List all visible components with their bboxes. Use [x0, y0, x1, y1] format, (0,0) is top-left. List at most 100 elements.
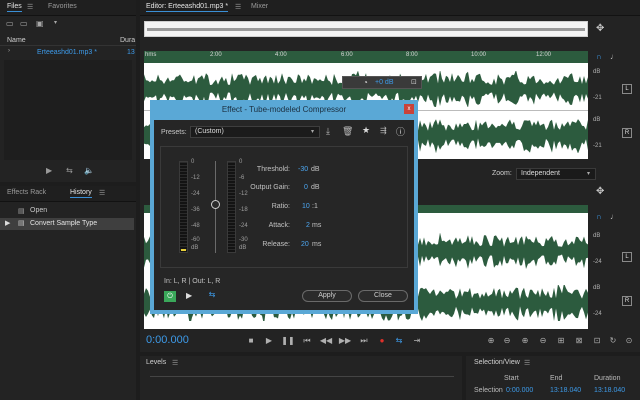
save-preset-icon[interactable]: ⤓: [326, 126, 330, 137]
zoom-reset-icon[interactable]: ⊙: [622, 336, 636, 346]
overview-navigator[interactable]: [144, 21, 588, 37]
panel-menu-icon[interactable]: ☰: [172, 359, 178, 367]
param-value[interactable]: 2: [306, 222, 310, 229]
zoom-out-amplitude-icon[interactable]: ⊖: [500, 336, 514, 346]
panel-menu-icon[interactable]: ☰: [524, 359, 530, 367]
insert-icon[interactable]: ▣: [36, 19, 44, 28]
skip-selection-icon[interactable]: ⇥: [410, 336, 424, 346]
record-icon[interactable]: ●: [375, 336, 389, 346]
skip-end-icon[interactable]: ⏭: [357, 336, 371, 346]
levels-title[interactable]: Levels: [146, 359, 166, 366]
zoom-in-time-icon[interactable]: ⊕: [518, 336, 532, 346]
ruler-label: 6:00: [341, 52, 353, 58]
channel-left-toggle[interactable]: L: [622, 252, 632, 262]
power-toggle-icon[interactable]: ⏻: [164, 291, 176, 302]
apply-button[interactable]: Apply: [302, 290, 352, 302]
dialog-titlebar[interactable]: Effect - Tube-modeled Compressor x: [152, 102, 416, 118]
speaker-icon[interactable]: 🔈: [84, 166, 94, 175]
close-icon[interactable]: x: [404, 104, 414, 114]
param-label: Output Gain:: [250, 184, 290, 191]
dropdown-icon[interactable]: ▾: [54, 19, 57, 26]
col-duration[interactable]: Dura: [120, 37, 135, 44]
files-tab-header: Files ☰ Favorites: [0, 0, 136, 16]
ruler-label: 4:00: [275, 52, 287, 58]
timeline-ruler[interactable]: hms 2:00 4:00 6:00 8:00 10:00 12:00: [144, 51, 588, 63]
history-item[interactable]: ▤ Open: [0, 206, 136, 217]
stop-icon[interactable]: ■: [244, 336, 258, 346]
loop-icon[interactable]: ⇆: [66, 166, 73, 175]
presets-dropdown[interactable]: (Custom) ▾: [190, 126, 320, 138]
tab-history[interactable]: History: [70, 189, 92, 198]
param-value[interactable]: 10: [302, 203, 310, 210]
channel-right-toggle[interactable]: R: [622, 128, 632, 138]
tab-editor[interactable]: Editor: Erteeashd01.mp3 *: [146, 3, 229, 12]
zoom-to-fit-icon[interactable]: ✥: [596, 23, 604, 34]
play-icon[interactable]: ▶: [262, 336, 276, 346]
rotate-icon[interactable]: ↻: [606, 336, 620, 346]
loop-icon[interactable]: ⇆: [392, 336, 406, 346]
history-item-icon: ▤: [18, 208, 25, 215]
pause-icon[interactable]: ❚❚: [281, 336, 295, 346]
zoom-dropdown[interactable]: Independent ▾: [516, 168, 596, 180]
panel-menu-icon[interactable]: ☰: [27, 3, 33, 11]
expand-chevron-icon[interactable]: ›: [8, 48, 10, 54]
panel-menu-icon[interactable]: ☰: [235, 3, 241, 11]
scale-label: -6: [239, 175, 245, 181]
zoom-full-icon[interactable]: ⊞: [554, 336, 568, 346]
history-panel: Effects Rack History ☰ ▤ Open ▶ ▤ Conver…: [0, 186, 136, 400]
info-icon[interactable]: ⓘ: [396, 125, 405, 138]
input-level-meter: [179, 161, 188, 253]
db-label: -24: [593, 311, 602, 317]
channel-left-toggle[interactable]: L: [622, 84, 632, 94]
history-item-selected[interactable]: ▶ ▤ Convert Sample Type: [0, 218, 134, 230]
param-value[interactable]: 20: [301, 241, 309, 248]
param-unit: ms: [312, 241, 322, 248]
metronome-icon[interactable]: ♩: [610, 52, 618, 61]
skip-start-icon[interactable]: ⏮: [300, 336, 314, 346]
editor-tab-header: Editor: Erteeashd01.mp3 * ☰ Mixer: [140, 0, 640, 16]
tab-mixer[interactable]: Mixer: [251, 3, 268, 10]
file-row[interactable]: › Erteeashd01.mp3 * 13: [0, 48, 136, 58]
files-list-area: [4, 60, 132, 160]
tab-favorites[interactable]: Favorites: [48, 3, 77, 10]
selection-start[interactable]: 0:00.000: [506, 387, 533, 394]
channel-right-toggle[interactable]: R: [622, 296, 632, 306]
zoom-left-icon[interactable]: ⊡: [590, 336, 604, 346]
routing-icon[interactable]: ⇶: [380, 126, 387, 135]
delete-preset-icon[interactable]: 🗑: [342, 126, 353, 137]
preview-play-icon[interactable]: ▶: [186, 291, 192, 300]
selection-title[interactable]: Selection/View: [474, 359, 520, 366]
open-folder-icon[interactable]: ▭: [20, 19, 28, 28]
play-icon[interactable]: ▶: [46, 166, 52, 175]
panel-menu-icon[interactable]: ☰: [99, 189, 105, 197]
tab-effects-rack[interactable]: Effects Rack: [7, 189, 46, 196]
folder-icon[interactable]: ▭: [6, 19, 14, 28]
col-name[interactable]: Name: [7, 37, 26, 44]
tab-files[interactable]: Files: [7, 3, 22, 12]
zoom-out-time-icon[interactable]: ⊖: [536, 336, 550, 346]
zoom-selection-icon[interactable]: ⊠: [572, 336, 586, 346]
zoom-in-amplitude-icon[interactable]: ⊕: [484, 336, 498, 346]
preview-loop-icon[interactable]: ⇆: [206, 290, 218, 301]
favorite-star-icon[interactable]: ★: [362, 125, 370, 136]
fast-forward-icon[interactable]: ▶▶: [338, 336, 352, 346]
param-label: Ratio:: [271, 203, 290, 210]
selection-end[interactable]: 13:18.040: [550, 387, 581, 394]
param-value[interactable]: 0: [304, 184, 308, 191]
hud-pin-icon[interactable]: ⊡: [411, 78, 417, 86]
current-time[interactable]: 0:00.000: [146, 334, 189, 346]
selection-duration[interactable]: 13:18.040: [594, 387, 625, 394]
rewind-icon[interactable]: ◀◀: [319, 336, 333, 346]
snap-magnet-icon[interactable]: ∩: [596, 52, 602, 61]
param-unit: dB: [311, 166, 320, 173]
knob-icon[interactable]: ◔: [363, 78, 368, 87]
param-unit: :1: [312, 203, 318, 210]
threshold-slider-knob[interactable]: [211, 200, 220, 209]
scale-label: -60: [191, 237, 200, 243]
close-button[interactable]: Close: [358, 290, 408, 302]
param-value[interactable]: -30: [298, 166, 308, 173]
hud-gain[interactable]: +0 dB: [375, 79, 394, 86]
chevron-down-icon: ▾: [311, 129, 315, 135]
zoom-to-fit-icon[interactable]: ✥: [596, 186, 604, 197]
db-scale-upper: dB -21 dB -21: [590, 63, 620, 159]
